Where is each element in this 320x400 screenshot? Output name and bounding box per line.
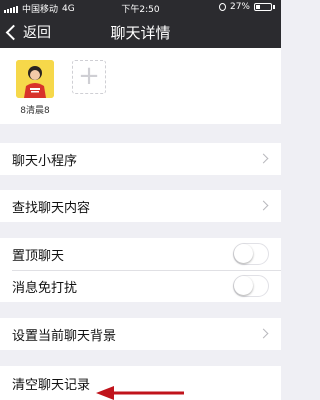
- chevron-right-icon: [258, 328, 269, 339]
- page-title: 聊天详情: [110, 24, 171, 42]
- toggle-knob: [234, 244, 253, 263]
- menu-label-mini-programs: 聊天小程序: [12, 153, 78, 169]
- mute-notifications-toggle[interactable]: [233, 275, 269, 297]
- menu-label-mute-notifications: 消息免打扰: [12, 280, 78, 296]
- chevron-right-icon: [258, 153, 269, 164]
- menu-label-clear-history: 清空聊天记录: [12, 377, 91, 393]
- chevron-right-icon: [258, 200, 269, 211]
- menu-item-set-background[interactable]: 设置当前聊天背景: [0, 318, 281, 350]
- avatar-illustration: [16, 60, 54, 98]
- annotation-arrow-icon: [96, 386, 184, 400]
- rotation-lock-icon: [218, 3, 226, 11]
- menu-label-set-background: 设置当前聊天背景: [12, 328, 117, 344]
- status-right: 27%: [218, 2, 275, 12]
- menu-label-search-history: 查找聊天内容: [12, 200, 91, 216]
- avatar[interactable]: [16, 60, 54, 98]
- navigation-bar: 返回 聊天详情: [0, 16, 281, 48]
- add-member-button[interactable]: +: [72, 60, 106, 94]
- toggle-knob: [234, 276, 253, 295]
- status-bar: 中国移动 4G 下午2:50 27%: [0, 0, 281, 16]
- menu-item-mini-programs[interactable]: 聊天小程序: [0, 143, 281, 175]
- menu-item-sticky-on-top: 置顶聊天: [0, 238, 281, 270]
- menu-label-sticky-on-top: 置顶聊天: [12, 248, 65, 264]
- battery-percent: 27%: [229, 2, 250, 12]
- menu-item-search-history[interactable]: 查找聊天内容: [0, 190, 281, 222]
- member-name: 8清晨8: [20, 106, 50, 116]
- sticky-on-top-toggle[interactable]: [233, 243, 269, 265]
- battery-tip: [273, 5, 275, 9]
- battery-icon: [254, 3, 272, 11]
- menu-item-mute-notifications: 消息免打扰: [0, 270, 281, 302]
- members-section: 8清晨8: [0, 48, 281, 124]
